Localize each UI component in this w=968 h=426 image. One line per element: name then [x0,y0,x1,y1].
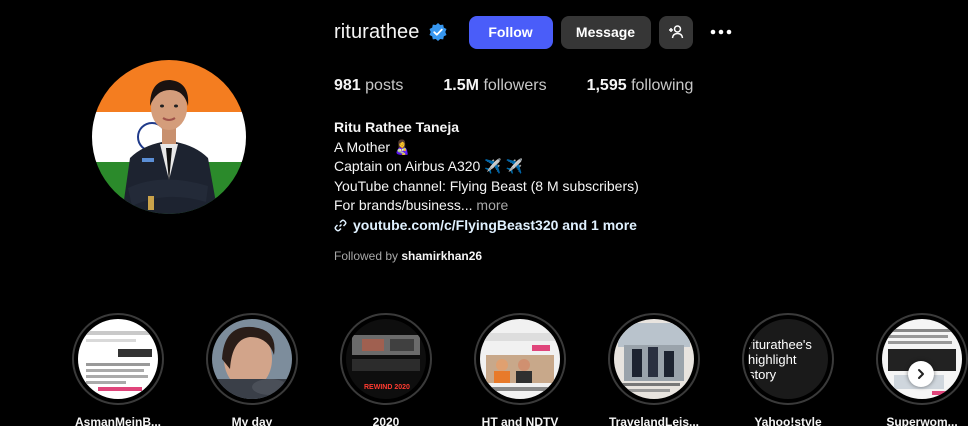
bio-line-3: YouTube channel: Flying Beast (8 M subsc… [334,177,639,194]
bio-line-4: For brands/business... more [334,196,639,216]
profile-bio: Ritu Rathee Taneja A Mother 👩‍🍼 Captain … [334,118,639,235]
highlight-thumbnail: REWIND 2020 [346,319,426,399]
following-count: 1,595 [586,77,627,94]
follow-button[interactable]: Follow [468,15,553,49]
more-icon [710,29,732,35]
bio-line-1: A Mother 👩‍🍼 [334,138,412,155]
story-highlights: AsmanMeinB... My day REWIND 2020 2020 HT… [70,313,968,426]
link-icon [334,219,347,232]
highlight-item[interactable]: riturathee's highlight story Yahoo!style [740,313,836,426]
highlight-label: AsmanMeinB... [74,415,161,426]
highlight-label: Yahoo!style [754,415,822,426]
username: riturathee [334,20,420,43]
bio-more-link[interactable]: more [476,197,508,213]
highlight-thumbnail [78,319,158,399]
highlight-thumbnail [614,319,694,399]
highlight-thumb-text: riturathee's highlight story [748,319,828,399]
profile-header: riturathee Follow Message [334,15,737,49]
highlight-item[interactable]: HT and NDTV [472,313,568,426]
highlight-thumbnail: riturathee's highlight story [748,319,828,399]
highlight-label: My day [231,415,273,426]
message-button[interactable]: Message [560,15,651,49]
verified-badge-icon [428,22,448,42]
followed-by[interactable]: Followed by shamirkhan26 [334,249,482,263]
highlight-label: 2020 [372,415,400,426]
highlight-label: TravelandLeis... [608,415,700,426]
suggested-users-button[interactable] [658,15,693,49]
highlight-thumb-text: REWIND 2020 [364,384,410,391]
highlight-thumbnail [882,319,962,399]
followers-stat[interactable]: 1.5M followers [443,77,546,95]
chevron-right-icon [915,368,927,380]
highlight-item[interactable]: REWIND 2020 2020 [338,313,434,426]
following-label: following [631,77,694,94]
profile-stats: 981 posts 1.5M followers 1,595 following [334,77,733,95]
posts-stat: 981 posts [334,77,403,95]
highlight-item[interactable]: TravelandLeis... [606,313,702,426]
highlight-label: HT and NDTV [481,415,559,426]
add-user-icon [668,24,684,40]
following-stat[interactable]: 1,595 following [587,77,694,95]
followers-count: 1.5M [443,77,479,94]
highlight-thumbnail [480,319,560,399]
posts-label: posts [365,77,404,94]
highlight-thumbnail [212,319,292,399]
highlight-item[interactable]: AsmanMeinB... [70,313,166,426]
bio-line-4-text: For brands/business... [334,197,473,213]
profile-avatar[interactable] [92,60,246,214]
full-name: Ritu Rathee Taneja [334,119,459,135]
followed-by-prefix: Followed by [334,249,399,263]
bio-link[interactable]: youtube.com/c/FlyingBeast320 and 1 more [334,216,639,236]
followers-label: followers [483,77,547,94]
bio-link-text: youtube.com/c/FlyingBeast320 and 1 more [353,216,637,233]
more-options-button[interactable] [705,16,737,49]
posts-count: 981 [334,77,361,94]
highlight-label: Superwom... [886,415,958,426]
highlight-item[interactable]: My day [204,313,300,426]
followed-by-user: shamirkhan26 [401,249,483,263]
profile-page: riturathee Follow Message 981 posts 1.5M… [0,0,968,426]
bio-line-2: Captain on Airbus A320 ✈️ ✈️ [334,158,523,174]
highlights-next-button[interactable] [908,361,934,387]
